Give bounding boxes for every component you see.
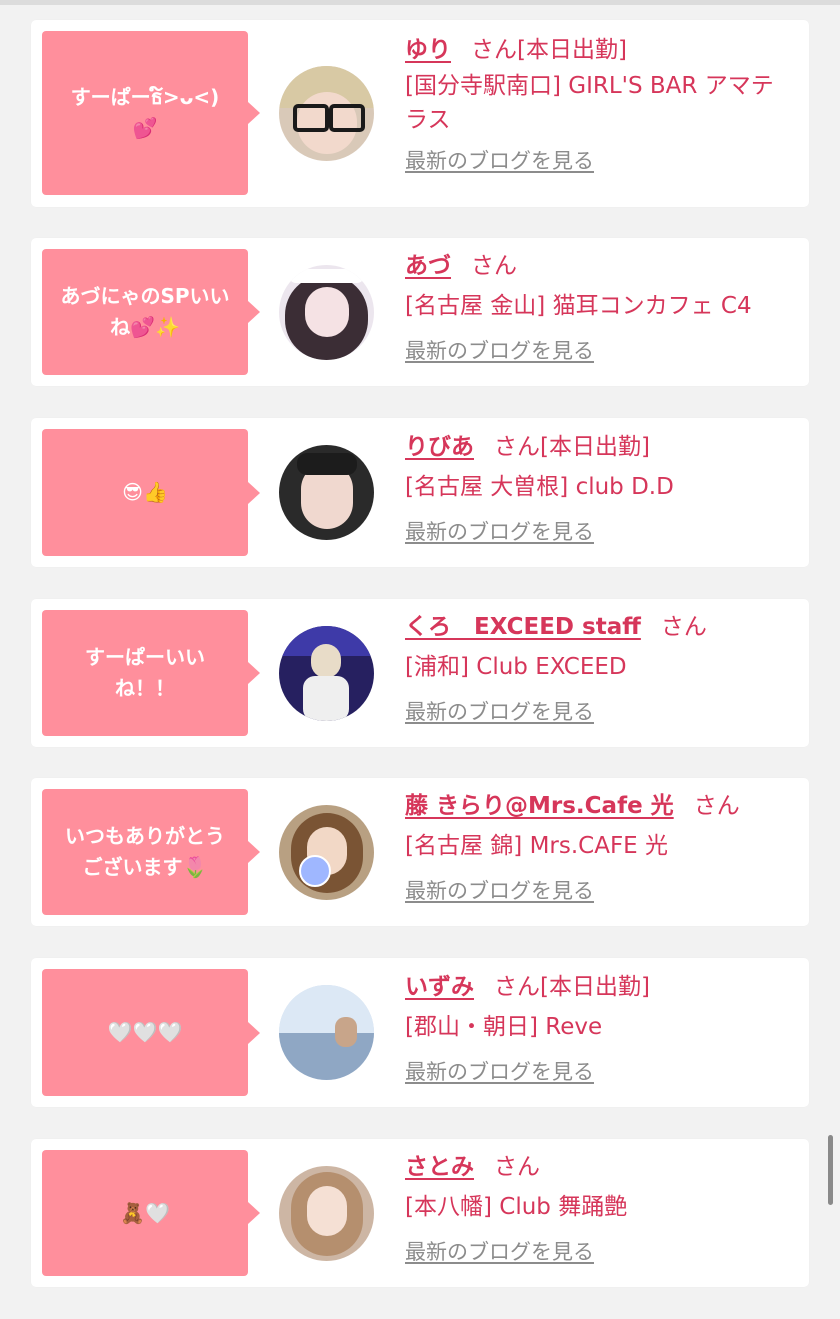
blog-link[interactable]: 最新のブログを見る <box>405 875 594 905</box>
blog-link[interactable]: 最新のブログを見る <box>405 1056 594 1086</box>
honorific: さん <box>471 253 517 279</box>
avatar[interactable] <box>279 626 374 721</box>
comment-bubble: すーぱーいい ね！！ <box>42 610 260 736</box>
shop-name: [本八幡] Club 舞踊艶 <box>405 1194 628 1220</box>
cast-name-link[interactable]: あづ <box>405 253 451 279</box>
cast-name-link[interactable]: いずみ <box>405 974 474 1000</box>
blog-link[interactable]: 最新のブログを見る <box>405 145 594 175</box>
top-divider <box>0 0 840 5</box>
honorific: さん <box>471 37 517 63</box>
cast-info: いずみ さん[本日出勤] [郡山・朝日] Reve 最新のブログを見る <box>405 972 795 1086</box>
avatar[interactable] <box>279 985 374 1080</box>
blog-link[interactable]: 最新のブログを見る <box>405 516 594 546</box>
comment-line: すーぱーいい <box>85 645 205 669</box>
comment-line: すーぱーธ໌>ᴗ<) <box>70 85 220 109</box>
scrollbar[interactable] <box>828 1135 833 1205</box>
comment-line: 😎👍 <box>122 480 168 504</box>
comment-bubble: 🤍🤍🤍 <box>42 969 260 1096</box>
cast-info: 藤 きらり@Mrs.Cafe 光さん [名古屋 錦] Mrs.CAFE 光 最新… <box>405 791 795 905</box>
list-item: 😎👍 りびあ さん[本日出勤] [名古屋 大曽根] club D.D 最新のブログ… <box>31 418 809 567</box>
comment-line: ね！！ <box>115 676 175 700</box>
list-item: あづにゃのSPいい ね💕✨ あづ さん [名古屋 金山] 猫耳コンカフェ C4 最… <box>31 238 809 386</box>
avatar[interactable] <box>279 805 374 900</box>
honorific: さん <box>494 974 540 1000</box>
shop-name: [浦和] Club EXCEED <box>405 654 627 680</box>
cast-name-link[interactable]: りびあ <box>405 434 474 460</box>
comment-bubble: すーぱーธ໌>ᴗ<) 💕 <box>42 31 260 195</box>
status-badge: [本日出勤] <box>517 37 627 63</box>
cast-name-link[interactable]: さとみ <box>405 1154 474 1180</box>
list-item: すーぱーいい ね！！ くろ EXCEED staff さん [浦和] Club E… <box>31 599 809 747</box>
status-badge: [本日出勤] <box>540 974 650 1000</box>
cast-info: さとみ さん [本八幡] Club 舞踊艶 最新のブログを見る <box>405 1152 795 1266</box>
comment-line: ございます🌷 <box>82 855 208 879</box>
list-item: 🤍🤍🤍 いずみ さん[本日出勤] [郡山・朝日] Reve 最新のブログを見る <box>31 958 809 1107</box>
list-item: いつもありがとう ございます🌷 藤 きらり@Mrs.Cafe 光さん [名古屋 … <box>31 778 809 926</box>
blog-link[interactable]: 最新のブログを見る <box>405 696 594 726</box>
status-badge: [本日出勤] <box>540 434 650 460</box>
comment-line: 🧸🤍 <box>120 1200 170 1225</box>
honorific: さん <box>494 434 540 460</box>
cast-info: りびあ さん[本日出勤] [名古屋 大曽根] club D.D 最新のブログを見る <box>405 432 795 546</box>
cast-info: ゆり さん[本日出勤] [国分寺駅南口] GIRL'S BAR アマテラス 最新の… <box>405 35 795 175</box>
honorific: さん <box>693 793 740 819</box>
blog-link[interactable]: 最新のブログを見る <box>405 335 594 365</box>
honorific: さん <box>660 614 707 640</box>
shop-name: [郡山・朝日] Reve <box>405 1014 603 1040</box>
avatar[interactable] <box>279 265 374 360</box>
blog-link[interactable]: 最新のブログを見る <box>405 1236 594 1266</box>
shop-name: [国分寺駅南口] GIRL'S BAR アマテラス <box>405 73 774 133</box>
cast-name-link[interactable]: ゆり <box>405 37 451 63</box>
comment-line: 🤍🤍🤍 <box>107 1020 183 1044</box>
comment-bubble: いつもありがとう ございます🌷 <box>42 789 260 915</box>
avatar[interactable] <box>279 66 374 161</box>
avatar[interactable] <box>279 445 374 540</box>
comment-bubble: 😎👍 <box>42 429 260 556</box>
comment-bubble: 🧸🤍 <box>42 1150 260 1276</box>
shop-name: [名古屋 大曽根] club D.D <box>405 474 674 500</box>
comment-line: 💕 <box>132 116 158 140</box>
cast-info: くろ EXCEED staff さん [浦和] Club EXCEED 最新のブロ… <box>405 612 795 726</box>
comment-line: いつもありがとう <box>65 824 225 848</box>
cast-name-link[interactable]: 藤 きらり@Mrs.Cafe 光 <box>405 793 674 819</box>
list-item: 🧸🤍 さとみ さん [本八幡] Club 舞踊艶 最新のブログを見る <box>31 1139 809 1287</box>
comment-bubble: あづにゃのSPいい ね💕✨ <box>42 249 260 375</box>
shop-name: [名古屋 錦] Mrs.CAFE 光 <box>405 833 669 859</box>
list-item: すーぱーธ໌>ᴗ<) 💕 ゆり さん[本日出勤] [国分寺駅南口] GIRL'S … <box>31 20 809 207</box>
avatar[interactable] <box>279 1166 374 1261</box>
comment-line: あづにゃのSPいい <box>60 284 230 308</box>
cast-name-link[interactable]: くろ EXCEED staff <box>405 614 641 640</box>
honorific: さん <box>494 1154 540 1180</box>
shop-name: [名古屋 金山] 猫耳コンカフェ C4 <box>405 293 752 319</box>
comment-line: ね💕✨ <box>110 315 180 339</box>
cast-info: あづ さん [名古屋 金山] 猫耳コンカフェ C4 最新のブログを見る <box>405 251 795 365</box>
